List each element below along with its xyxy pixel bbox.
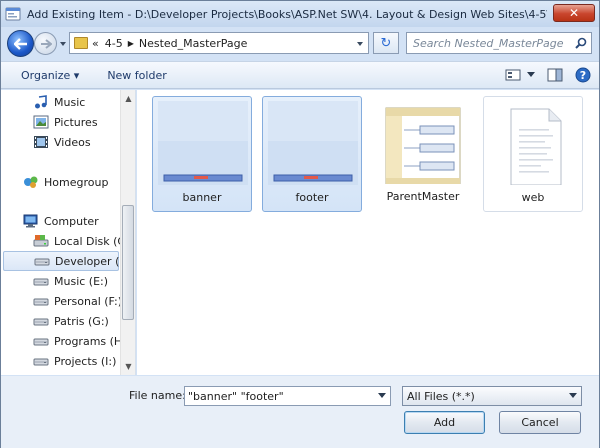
window-title: Add Existing Item - D:\Developer Project…	[27, 7, 547, 21]
sidebar-item-patris-g[interactable]: Patris (G:)	[33, 311, 109, 331]
file-tile-web[interactable]: web	[483, 96, 583, 212]
sidebar-item-personal-f[interactable]: Personal (F:)	[33, 291, 122, 311]
config-file-icon	[510, 108, 562, 185]
file-list-view: banner footer ParentMaster web	[137, 90, 599, 375]
sidebar-item-label: Developer (D	[55, 254, 128, 268]
sidebar-item-label: Personal (F:)	[54, 294, 123, 308]
scrollbar-thumb[interactable]	[122, 205, 134, 320]
svg-text:?: ?	[580, 69, 586, 82]
masterpage-thumbnail-icon	[385, 107, 461, 184]
computer-icon	[23, 214, 39, 228]
visual-studio-icon	[5, 7, 21, 21]
usercontrol-thumbnail-icon	[158, 101, 248, 185]
drive-icon	[33, 314, 49, 328]
refresh-icon: ↻	[380, 35, 392, 51]
folder-icon	[74, 37, 88, 49]
sidebar-item-label: Computer	[44, 214, 99, 228]
breadcrumb-prefix[interactable]: «	[92, 37, 99, 50]
refresh-button[interactable]: ↻	[373, 32, 399, 54]
drive-icon	[34, 254, 50, 268]
file-name-label: banner	[182, 191, 222, 204]
arrow-right-icon	[40, 38, 52, 49]
sidebar-item-label: Patris (G:)	[54, 314, 109, 328]
navigation-pane: Music Pictures Videos Homegroup Computer Loca…	[1, 90, 136, 375]
title-bar: Add Existing Item - D:\Developer Project…	[1, 1, 599, 27]
arrow-left-icon	[13, 37, 27, 50]
add-existing-item-dialog: Add Existing Item - D:\Developer Project…	[0, 0, 600, 448]
recent-locations-dropdown-icon[interactable]	[59, 40, 67, 48]
navigation-scrollbar[interactable]: ▲ ▼	[120, 90, 135, 375]
sidebar-item-local-disk-c[interactable]: Local Disk (C	[33, 231, 125, 251]
drive-icon	[33, 354, 49, 368]
sidebar-item-label: Programs (H:	[54, 334, 126, 348]
breadcrumb-item-nested-masterpage[interactable]: Nested_MasterPage	[139, 37, 248, 50]
videos-icon	[33, 135, 49, 149]
scroll-up-icon[interactable]: ▲	[124, 94, 133, 103]
command-toolbar: Organize ▾ New folder ?	[1, 61, 599, 89]
sidebar-item-label: Music (E:)	[54, 274, 109, 288]
drive-icon	[33, 294, 49, 308]
sidebar-item-homegroup[interactable]: Homegroup	[23, 172, 108, 192]
file-type-select[interactable]: All Files (*.*)	[402, 386, 582, 406]
sidebar-item-music[interactable]: Music	[33, 92, 85, 112]
search-placeholder: Search Nested_MasterPage	[413, 36, 564, 50]
file-tile-footer[interactable]: footer	[262, 96, 362, 212]
address-bar[interactable]: « 4-5 ▶ Nested_MasterPage	[69, 32, 369, 54]
sidebar-item-projects-i[interactable]: Projects (I:)	[33, 351, 116, 371]
address-dropdown-icon[interactable]	[356, 40, 364, 48]
pictures-icon	[33, 115, 49, 129]
navigation-bar: « 4-5 ▶ Nested_MasterPage ↻ Search Neste…	[1, 27, 599, 61]
forward-button[interactable]	[34, 32, 57, 55]
search-icon[interactable]	[575, 37, 587, 49]
local-disk-icon	[33, 234, 49, 248]
new-folder-button[interactable]: New folder	[107, 69, 166, 82]
file-name-label: web	[521, 191, 545, 204]
sidebar-item-label: Pictures	[54, 115, 98, 129]
sidebar-item-label: Videos	[54, 135, 91, 149]
file-tile-parentmaster[interactable]: ParentMaster	[373, 96, 473, 212]
sidebar-item-label: Homegroup	[44, 175, 109, 189]
drive-icon	[33, 334, 49, 348]
sidebar-item-programs-h[interactable]: Programs (H:	[33, 331, 126, 351]
sidebar-item-music-e[interactable]: Music (E:)	[33, 271, 108, 291]
view-icon	[505, 69, 521, 81]
file-name-input[interactable]: "banner" "footer"	[184, 386, 391, 406]
help-icon[interactable]: ?	[575, 67, 591, 83]
chevron-down-icon[interactable]	[378, 393, 386, 399]
file-name-label: footer	[295, 191, 329, 204]
sidebar-item-label: Projects (I:)	[54, 354, 117, 368]
sidebar-item-developer-d[interactable]: Developer (D	[3, 251, 128, 271]
close-button[interactable]: ✕	[553, 4, 595, 22]
breadcrumb-item-4-5[interactable]: 4-5	[105, 37, 123, 50]
file-type-selected-value: All Files (*.*)	[407, 389, 475, 403]
search-input[interactable]: Search Nested_MasterPage	[406, 32, 592, 54]
preview-pane-icon[interactable]	[547, 68, 563, 82]
chevron-down-icon	[527, 72, 535, 77]
add-button[interactable]: Add	[404, 411, 485, 434]
file-name-value[interactable]: "banner" "footer"	[188, 390, 284, 403]
usercontrol-thumbnail-icon	[268, 101, 358, 185]
file-selection-area: File name: "banner" "footer" All Files (…	[1, 376, 599, 448]
chevron-down-icon[interactable]	[569, 393, 577, 399]
drive-icon	[33, 274, 49, 288]
sidebar-item-computer[interactable]: Computer	[23, 211, 99, 231]
sidebar-item-pictures[interactable]: Pictures	[33, 112, 98, 132]
cancel-button[interactable]: Cancel	[499, 411, 581, 434]
sidebar-item-videos[interactable]: Videos	[33, 132, 91, 152]
homegroup-icon	[23, 175, 39, 189]
file-tile-banner[interactable]: banner	[152, 96, 252, 212]
file-name-label: ParentMaster	[386, 190, 460, 203]
sidebar-item-label: Music	[54, 95, 86, 109]
file-name-field-label: File name:	[129, 389, 186, 402]
breadcrumb-separator-icon[interactable]: ▶	[128, 39, 134, 48]
sidebar-item-label: Local Disk (C	[54, 234, 126, 248]
music-icon	[33, 95, 49, 109]
scroll-down-icon[interactable]: ▼	[124, 362, 133, 371]
organize-menu[interactable]: Organize ▾	[21, 69, 79, 82]
back-button[interactable]	[7, 30, 34, 57]
change-view-button[interactable]	[505, 69, 535, 81]
